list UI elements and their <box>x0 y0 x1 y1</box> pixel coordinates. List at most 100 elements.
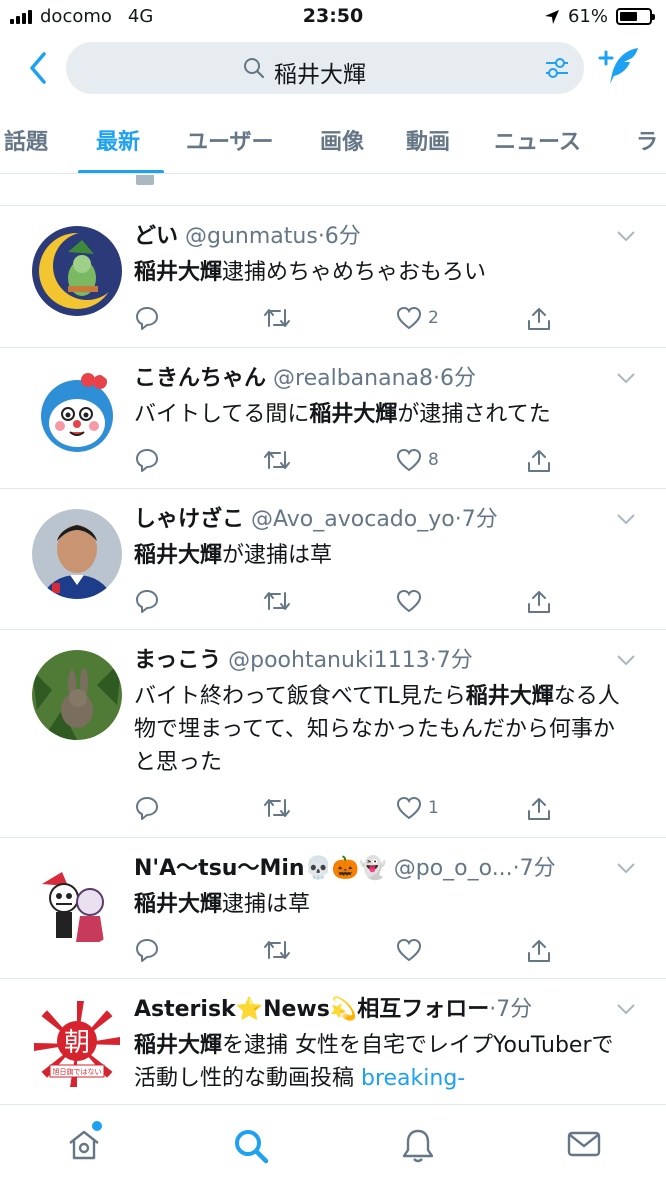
tweet-actions: 1 <box>134 796 574 826</box>
display-name[interactable]: どい <box>134 224 178 249</box>
tab-videos[interactable]: 動画 <box>406 124 450 156</box>
share-button[interactable] <box>526 589 552 615</box>
heart-icon <box>396 448 422 472</box>
tweet-text: バイト終わって飯食べてTL見たら稲井大輝なる人物で埋まってて、知らなかったもんだ… <box>134 680 634 779</box>
tweet-text: バイトしてる間に稲井大輝が逮捕されてた <box>134 398 634 431</box>
display-name[interactable]: Asterisk⭐News💫相互フォロー <box>134 997 489 1022</box>
avatar[interactable] <box>32 509 122 599</box>
tab-latest[interactable]: 最新 <box>96 124 140 156</box>
user-handle[interactable]: @poohtanuki1113 <box>228 648 430 673</box>
like-count: 8 <box>428 450 439 470</box>
tweet[interactable]: N'A〜tsu〜Min💀🎃👻 @po_o_o...·7分 稲井大輝逮捕は草 <box>0 838 666 979</box>
reply-icon <box>136 939 158 962</box>
retweet-button[interactable] <box>262 796 292 820</box>
chevron-down-icon[interactable] <box>616 862 636 874</box>
user-handle[interactable]: @realbanana8 <box>273 366 433 391</box>
chevron-down-icon[interactable] <box>616 372 636 384</box>
reply-button[interactable] <box>134 938 160 962</box>
filter-icon[interactable] <box>544 55 570 81</box>
reply-button[interactable] <box>134 589 160 613</box>
retweet-button[interactable] <box>262 938 292 962</box>
display-name[interactable]: N'A〜tsu〜Min💀🎃👻 <box>134 856 387 881</box>
user-handle[interactable]: @po_o_o... <box>394 856 513 881</box>
user-handle[interactable]: @gunmatus <box>185 224 318 249</box>
reply-icon <box>136 797 158 820</box>
avatar[interactable] <box>32 226 122 316</box>
chevron-down-icon[interactable] <box>616 230 636 242</box>
tweet-text-segment: が逮捕されてた <box>397 402 551 427</box>
tweet-header: こきんちゃん @realbanana8·6分 <box>134 364 604 394</box>
user-handle[interactable]: @Avo_avocado_yo <box>251 507 455 532</box>
avatar[interactable]: 朝 旭日旗ではない <box>32 999 122 1089</box>
share-button[interactable] <box>526 306 552 332</box>
tweet-text: 稲井大輝逮捕めちゃめちゃおもろい <box>134 256 634 289</box>
search-highlight: 稲井大輝 <box>134 892 223 917</box>
retweet-button[interactable] <box>262 448 292 472</box>
tweet-link[interactable]: breaking- <box>361 1066 465 1091</box>
share-icon <box>528 591 550 613</box>
like-button[interactable] <box>396 938 428 962</box>
share-button[interactable] <box>526 448 552 474</box>
tweet-text-segment: バイト終わって飯食べてTL見たら <box>134 684 466 709</box>
tweet[interactable]: 朝 旭日旗ではない Asterisk⭐News💫相互フォロー·7分 稲井大輝を逮… <box>0 979 666 1105</box>
tab-news[interactable]: ニュース <box>494 124 581 156</box>
retweet-button[interactable] <box>262 589 292 613</box>
avatar[interactable] <box>32 368 122 458</box>
avatar-caption: 旭日旗ではない <box>53 1067 102 1076</box>
heart-icon <box>396 938 422 962</box>
search-highlight: 稲井大輝 <box>134 260 223 285</box>
tab-photos[interactable]: 画像 <box>320 124 364 156</box>
like-button[interactable]: 8 <box>396 448 439 472</box>
notifications-icon[interactable] <box>400 1127 436 1165</box>
tweet-actions <box>134 938 574 968</box>
tweet-time: ·7分 <box>512 856 556 881</box>
chevron-down-icon[interactable] <box>616 513 636 525</box>
chevron-down-icon[interactable] <box>616 1003 636 1015</box>
tweet[interactable]: しゃけざこ @Avo_avocado_yo·7分 稲井大輝が逮捕は草 <box>0 489 666 630</box>
retweet-button[interactable] <box>262 306 292 330</box>
bottom-navigation <box>0 1104 666 1184</box>
display-name[interactable]: まっこう <box>134 648 221 673</box>
search-input[interactable]: 稲井大輝 <box>66 42 584 94</box>
reply-button[interactable] <box>134 306 160 330</box>
status-bar: docomo 4G 23:50 61% <box>0 0 666 34</box>
tweet[interactable]: まっこう @poohtanuki1113·7分 バイト終わって飯食べてTL見たら… <box>0 630 666 838</box>
search-icon[interactable] <box>232 1127 270 1165</box>
tweet[interactable]: こきんちゃん @realbanana8·6分 バイトしてる間に稲井大輝が逮捕され… <box>0 348 666 489</box>
battery-percent: 61% <box>567 6 608 27</box>
avatar[interactable] <box>32 650 122 740</box>
back-icon[interactable] <box>24 50 54 86</box>
retweet-icon <box>264 451 290 469</box>
tweet-text-segment: バイトしてる間に <box>134 402 310 427</box>
like-button[interactable] <box>396 589 428 613</box>
compose-tweet-icon[interactable] <box>598 46 642 86</box>
search-tabs: 話題 最新 ユーザー 画像 動画 ニュース ラ <box>0 102 666 174</box>
tweet-time: ·6分 <box>433 366 476 391</box>
share-button[interactable] <box>526 796 552 822</box>
tweet-actions: 2 <box>134 306 574 336</box>
share-icon <box>528 798 550 820</box>
tweet-actions <box>134 589 574 619</box>
messages-icon[interactable] <box>566 1127 602 1161</box>
tweet-text: 稲井大輝逮捕は草 <box>134 888 634 921</box>
search-icon <box>244 58 265 79</box>
tab-users[interactable]: ユーザー <box>186 124 274 156</box>
share-button[interactable] <box>526 938 552 964</box>
chevron-down-icon[interactable] <box>616 654 636 666</box>
display-name[interactable]: しゃけざこ <box>134 507 244 532</box>
tab-more[interactable]: ラ <box>636 124 658 156</box>
home-icon[interactable] <box>66 1127 102 1163</box>
reply-button[interactable] <box>134 796 160 820</box>
avatar[interactable] <box>32 858 122 948</box>
tab-trending[interactable]: 話題 <box>4 124 48 156</box>
heart-icon <box>396 796 422 820</box>
tweet-time: ·7分 <box>489 997 533 1022</box>
like-button[interactable]: 2 <box>396 306 439 330</box>
reply-button[interactable] <box>134 448 160 472</box>
tweet-header: Asterisk⭐News💫相互フォロー·7分 <box>134 995 604 1025</box>
tweet-feed[interactable]: どい @gunmatus ·6分 稲井大輝逮捕めちゃめちゃおもろい 2 こきんちゃ… <box>0 175 666 1105</box>
heart-icon <box>396 589 422 613</box>
tweet[interactable]: どい @gunmatus·6分 稲井大輝逮捕めちゃめちゃおもろい 2 <box>0 206 666 348</box>
like-button[interactable]: 1 <box>396 796 439 820</box>
display-name[interactable]: こきんちゃん <box>134 366 266 391</box>
